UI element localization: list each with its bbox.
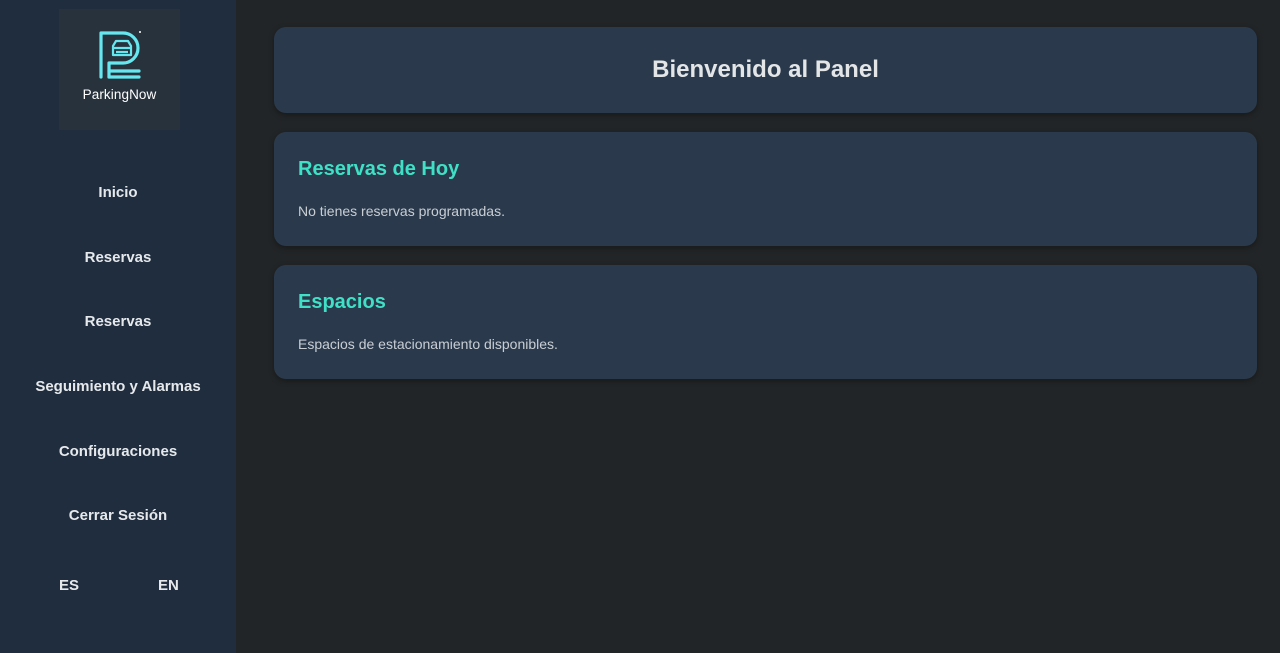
parking-logo-icon [98,31,141,79]
brand-name: ParkingNow [82,87,157,102]
espacios-card: Espacios Espacios de estacionamiento dis… [274,265,1257,379]
section-text-reservas-hoy: No tienes reservas programadas. [298,203,505,219]
language-en-button[interactable]: EN [158,574,179,596]
section-title-espacios: Espacios [298,291,386,313]
sidebar-item-seguimiento-alarmas[interactable]: Seguimiento y Alarmas [0,366,236,406]
language-es-button[interactable]: ES [59,574,79,596]
section-text-espacios: Espacios de estacionamiento disponibles. [298,336,558,352]
page-title: Bienvenido al Panel [652,56,879,83]
sidebar-item-reservas-2[interactable]: Reservas [0,301,236,341]
welcome-header-card: Bienvenido al Panel [274,27,1257,113]
reservas-hoy-card: Reservas de Hoy No tienes reservas progr… [274,132,1257,246]
sidebar-item-inicio[interactable]: Inicio [0,172,236,212]
sidebar-item-cerrar-sesion[interactable]: Cerrar Sesión [0,495,236,535]
sidebar-item-reservas[interactable]: Reservas [0,237,236,277]
sidebar-item-configuraciones[interactable]: Configuraciones [0,431,236,471]
sidebar: ParkingNow Inicio Reservas Reservas Segu… [0,0,236,653]
brand-logo[interactable]: ParkingNow [59,9,180,130]
app-root: ParkingNow Inicio Reservas Reservas Segu… [0,0,1280,653]
section-title-reservas-hoy: Reservas de Hoy [298,158,460,180]
